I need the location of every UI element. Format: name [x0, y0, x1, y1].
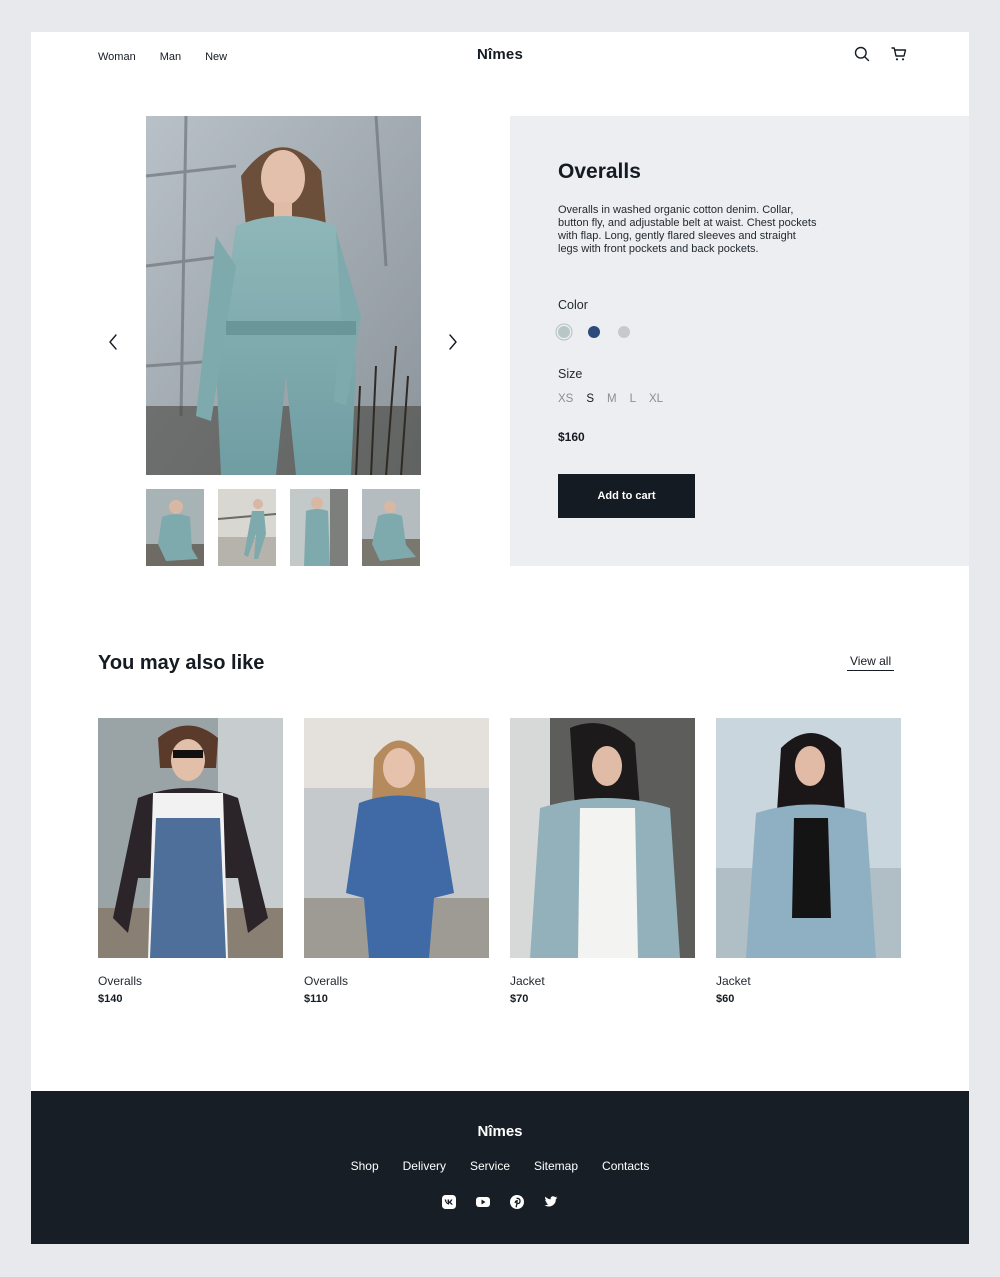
header-actions: [854, 46, 907, 62]
footer-link-sitemap[interactable]: Sitemap: [534, 1159, 578, 1173]
footer-link-contacts[interactable]: Contacts: [602, 1159, 649, 1173]
product-card[interactable]: Overalls $140: [98, 718, 283, 1005]
footer-link-shop[interactable]: Shop: [351, 1159, 379, 1173]
color-swatch-3[interactable]: [618, 326, 630, 338]
next-image-arrow[interactable]: [445, 332, 461, 352]
product-card-name: Overalls: [304, 974, 349, 988]
product-card[interactable]: Overalls $110: [304, 718, 489, 1005]
thumbnail-4[interactable]: [362, 489, 420, 566]
product-card-image: [304, 718, 489, 958]
product-card[interactable]: Jacket $70: [510, 718, 695, 1005]
product-card-image: [510, 718, 695, 958]
prev-image-arrow[interactable]: [105, 332, 121, 352]
footer-link-service[interactable]: Service: [470, 1159, 510, 1173]
product-price: $160: [558, 430, 585, 444]
twitter-icon[interactable]: [543, 1194, 559, 1210]
logo[interactable]: Nîmes: [31, 46, 969, 63]
product-card-name: Jacket: [716, 974, 751, 988]
product-card-name: Overalls: [98, 974, 143, 988]
product-info-panel: Overalls Overalls in washed organic cott…: [510, 116, 969, 566]
search-icon[interactable]: [854, 46, 870, 62]
youtube-icon[interactable]: [475, 1194, 491, 1210]
product-card-price: $140: [98, 993, 123, 1005]
size-label: Size: [558, 367, 583, 381]
size-option[interactable]: S: [586, 393, 594, 405]
footer-logo[interactable]: Nîmes: [31, 1123, 969, 1140]
view-all-link[interactable]: View all: [847, 654, 895, 671]
pinterest-icon[interactable]: [509, 1194, 525, 1210]
product-card-image: [716, 718, 901, 958]
size-selector: XS S M L XL: [558, 393, 663, 405]
size-option[interactable]: XS: [558, 393, 573, 405]
product-card-price: $110: [304, 993, 328, 1005]
thumbnail-1[interactable]: [146, 489, 204, 566]
product-card-price: $70: [510, 993, 529, 1005]
social-links: [31, 1194, 969, 1210]
product-card[interactable]: Jacket $60: [716, 718, 901, 1005]
recommendations-grid: Overalls $140 Overalls $110 Jacket $70 J…: [98, 718, 901, 1005]
add-to-cart-button[interactable]: Add to cart: [558, 474, 695, 518]
footer-nav: Shop Delivery Service Sitemap Contacts: [31, 1159, 969, 1173]
product-title: Overalls: [558, 160, 641, 183]
thumbnail-2[interactable]: [218, 489, 276, 566]
thumbnail-strip: [146, 489, 420, 566]
footer: Nîmes Shop Delivery Service Sitemap Cont…: [31, 1091, 969, 1244]
size-option[interactable]: M: [607, 393, 617, 405]
product-card-name: Jacket: [510, 974, 545, 988]
color-selector: [558, 326, 630, 338]
product-card-price: $60: [716, 993, 735, 1005]
thumbnail-3[interactable]: [290, 489, 348, 566]
product-card-image: [98, 718, 283, 958]
footer-link-delivery[interactable]: Delivery: [403, 1159, 446, 1173]
cart-icon[interactable]: [891, 46, 907, 62]
vk-icon[interactable]: [441, 1194, 457, 1210]
size-option[interactable]: L: [630, 393, 636, 405]
product-main-image: [146, 116, 421, 475]
color-swatch-2[interactable]: [588, 326, 600, 338]
color-swatch-1[interactable]: [558, 326, 570, 338]
size-option[interactable]: XL: [649, 393, 663, 405]
recommendations-title: You may also like: [98, 652, 265, 674]
page: Woman Man New Nîmes Overalls Overalls in…: [31, 32, 969, 1244]
product-description: Overalls in washed organic cotton denim.…: [558, 204, 817, 255]
color-label: Color: [558, 298, 588, 312]
